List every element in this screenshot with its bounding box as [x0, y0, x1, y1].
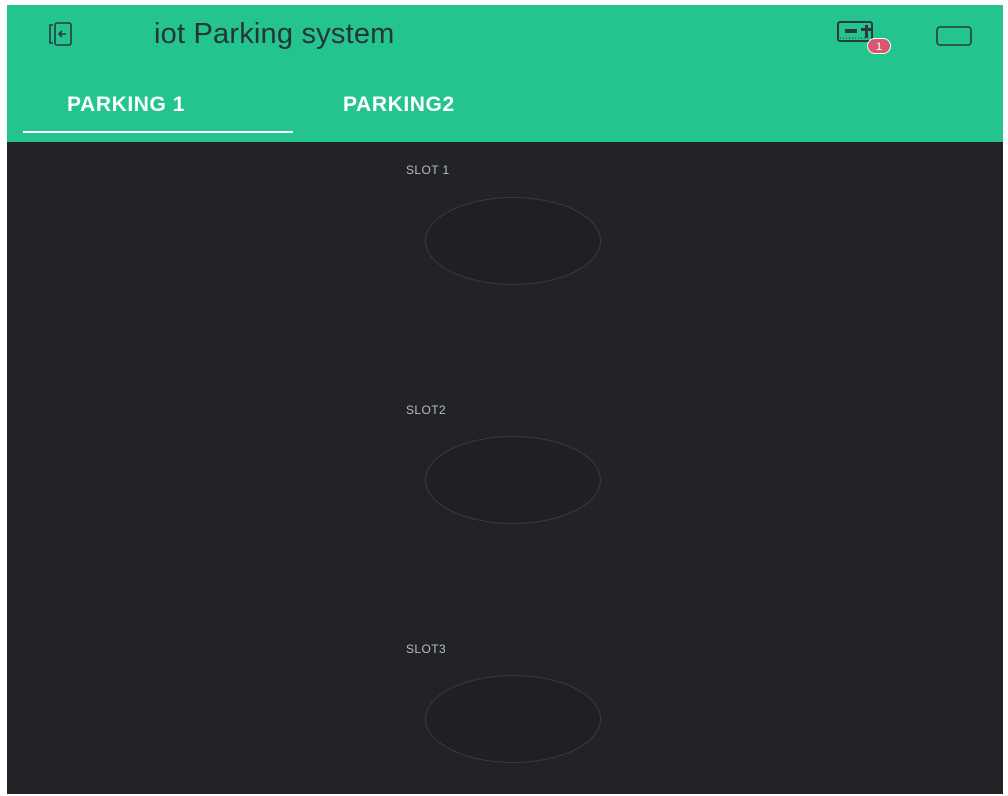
app-title: iot Parking system: [154, 18, 395, 50]
app-header: iot Parking system 1 PARKING 1 PARKING2: [7, 5, 1003, 142]
tab-parking-2[interactable]: PARKING2: [307, 67, 547, 142]
exit-app-icon: [49, 22, 72, 46]
tab-label: PARKING 1: [67, 93, 186, 116]
exit-app-button[interactable]: [45, 19, 77, 49]
tab-label: PARKING2: [343, 93, 455, 116]
tab-bar: PARKING 1 PARKING2: [7, 67, 1003, 142]
slot-3-label: SLOT3: [406, 642, 447, 656]
slot-1-led[interactable]: [425, 197, 601, 285]
fullscreen-button[interactable]: [935, 23, 973, 49]
slot-2-label: SLOT2: [406, 403, 447, 417]
slot-3-led[interactable]: [425, 675, 601, 763]
active-tab-indicator: [23, 131, 293, 133]
slot-1-label: SLOT 1: [406, 163, 450, 177]
fullscreen-icon: [936, 26, 972, 46]
app-frame: iot Parking system 1 PARKING 1 PARKING2 …: [7, 5, 1003, 794]
notifications-button[interactable]: 1: [830, 19, 902, 57]
dashboard-canvas: SLOT 1 SLOT2 SLOT3: [7, 142, 1003, 794]
notification-count-badge: 1: [867, 38, 891, 54]
slot-2-led[interactable]: [425, 436, 601, 524]
title-bar: iot Parking system 1: [7, 5, 1003, 67]
